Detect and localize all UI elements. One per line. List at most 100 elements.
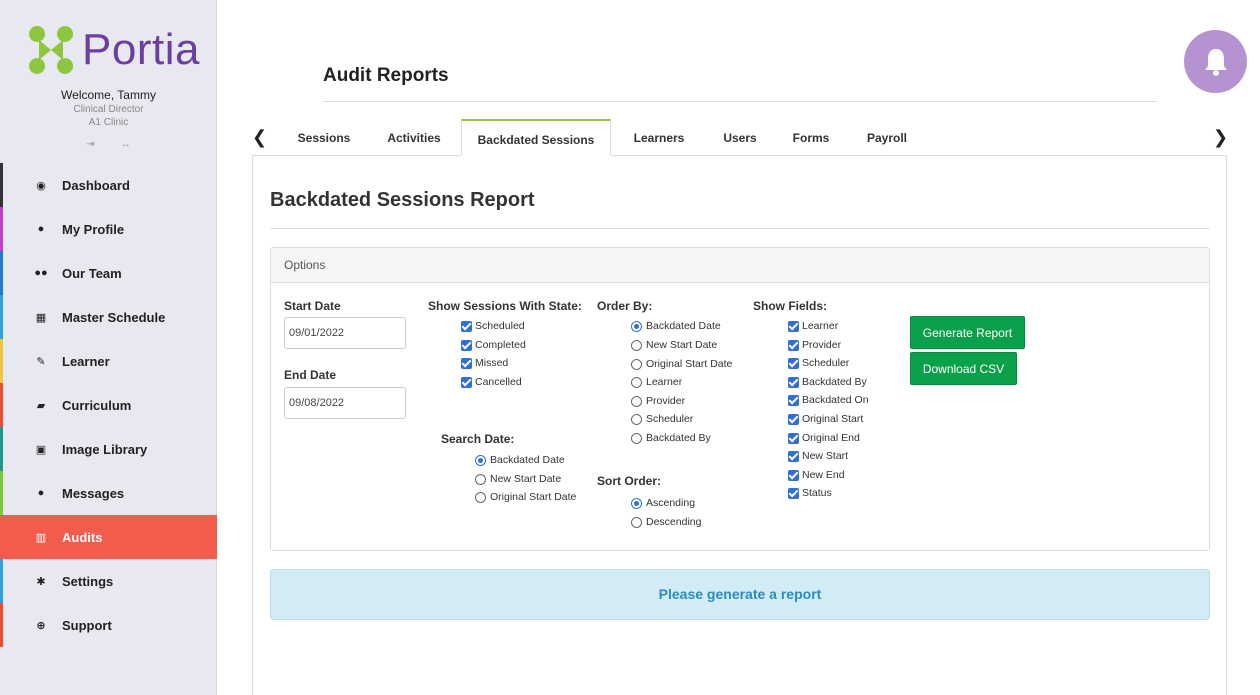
order-radio-scheduler[interactable]: Scheduler (631, 413, 693, 425)
state-label: Show Sessions With State: (428, 299, 582, 313)
field-checkbox-backdated-by[interactable]: Backdated By (788, 376, 867, 388)
bell-icon (1204, 48, 1227, 76)
field-checkbox-original-start[interactable]: Original Start (788, 413, 863, 425)
comment-icon: ● (37, 487, 45, 499)
options-header: Options (271, 248, 1209, 283)
field-checkbox-original-end[interactable]: Original End (788, 432, 860, 444)
order-radio-learner[interactable]: Learner (631, 376, 682, 388)
checkbox-checked-icon (788, 394, 799, 406)
sidebar-nav: ◉ Dashboard ● My Profile ●● Our Team ▦ M… (0, 163, 217, 647)
end-date-input[interactable]: 09/08/2022 (284, 387, 406, 419)
show-fields-label: Show Fields: (753, 299, 828, 313)
tab-learners[interactable]: Learners (624, 119, 694, 156)
dashboard-icon: ◉ (36, 179, 46, 192)
sidebar-item-label: Audits (62, 529, 103, 545)
state-checkbox-missed[interactable]: Missed (461, 357, 508, 369)
sidebar-item-audits[interactable]: ▥ Audits (0, 515, 217, 559)
checkbox-checked-icon (788, 376, 799, 388)
order-radio-provider[interactable]: Provider (631, 395, 685, 407)
option-label: New Start (802, 450, 849, 462)
search-date-radio-original-start[interactable]: Original Start Date (475, 491, 576, 503)
report-title: Backdated Sessions Report (270, 189, 535, 211)
tab-sessions[interactable]: Sessions (288, 119, 360, 156)
sidebar-item-dashboard[interactable]: ◉ Dashboard (0, 163, 217, 207)
search-date-radio-new-start[interactable]: New Start Date (475, 473, 561, 485)
order-radio-backdated-date[interactable]: Backdated Date (631, 320, 721, 332)
option-label: New Start Date (646, 339, 718, 351)
checkbox-checked-icon (788, 469, 799, 481)
option-label: Original Start Date (646, 358, 733, 370)
field-checkbox-scheduler[interactable]: Scheduler (788, 357, 849, 369)
checkbox-checked-icon (788, 432, 799, 444)
radio-icon (631, 516, 642, 528)
field-checkbox-backdated-on[interactable]: Backdated On (788, 394, 869, 406)
sidebar-item-curriculum[interactable]: ▰ Curriculum (0, 383, 217, 427)
checkbox-checked-icon (788, 339, 799, 351)
sidebar-item-our-team[interactable]: ●● Our Team (0, 251, 217, 295)
order-radio-new-start-date[interactable]: New Start Date (631, 339, 717, 351)
state-checkbox-completed[interactable]: Completed (461, 339, 526, 351)
user-icon: ● (37, 223, 45, 235)
tabs-next-arrow-icon[interactable]: ❯ (1213, 127, 1228, 148)
field-checkbox-provider[interactable]: Provider (788, 339, 841, 351)
sidebar-item-label: Curriculum (62, 397, 132, 413)
option-label: Scheduled (475, 320, 525, 332)
sort-radio-descending[interactable]: Descending (631, 516, 701, 528)
collapse-icon[interactable]: ↔ (121, 139, 131, 150)
state-checkbox-cancelled[interactable]: Cancelled (461, 376, 522, 388)
checkbox-checked-icon (788, 320, 799, 332)
option-label: Backdated By (646, 432, 711, 444)
tab-users[interactable]: Users (712, 119, 768, 156)
download-csv-button[interactable]: Download CSV (910, 352, 1017, 385)
sidebar-item-my-profile[interactable]: ● My Profile (0, 207, 217, 251)
radio-icon (631, 358, 642, 370)
start-date-input[interactable]: 09/01/2022 (284, 317, 406, 349)
tabs-prev-arrow-icon[interactable]: ❮ (252, 127, 267, 148)
calendar-icon: ▦ (35, 311, 47, 324)
option-label: Backdated On (802, 394, 869, 406)
sort-radio-ascending[interactable]: Ascending (631, 497, 695, 509)
checkbox-checked-icon (461, 357, 472, 369)
state-checkbox-scheduled[interactable]: Scheduled (461, 320, 525, 332)
checkbox-checked-icon (461, 320, 472, 332)
option-label: Missed (475, 357, 509, 369)
sidebar-item-label: Image Library (62, 441, 148, 457)
radio-selected-icon (631, 497, 642, 509)
order-radio-original-start-date[interactable]: Original Start Date (631, 358, 732, 370)
logo-text: Portia (82, 25, 200, 74)
order-radio-backdated-by[interactable]: Backdated By (631, 432, 711, 444)
field-checkbox-new-end[interactable]: New End (788, 469, 845, 481)
portia-logo[interactable]: Portia (26, 22, 200, 78)
option-label: Learner (802, 320, 839, 332)
report-panel: Backdated Sessions Report Options Start … (252, 156, 1227, 695)
end-date-label: End Date (284, 368, 337, 382)
radio-icon (631, 339, 642, 351)
sidebar-item-learner[interactable]: ✎ Learner (0, 339, 217, 383)
field-checkbox-learner[interactable]: Learner (788, 320, 838, 332)
radio-icon (631, 376, 642, 388)
sidebar-item-messages[interactable]: ● Messages (0, 471, 217, 515)
sidebar-item-support[interactable]: ⊕ Support (0, 603, 217, 647)
field-checkbox-new-start[interactable]: New Start (788, 450, 848, 462)
pencil-icon: ✎ (36, 355, 46, 368)
radio-icon (475, 491, 486, 503)
tab-forms[interactable]: Forms (782, 119, 840, 156)
radio-selected-icon (475, 454, 486, 466)
sidebar-item-image-library[interactable]: ▣ Image Library (0, 427, 217, 471)
field-checkbox-status[interactable]: Status (788, 487, 832, 499)
notifications-button[interactable] (1184, 30, 1247, 93)
sidebar-item-label: Our Team (62, 265, 122, 281)
logout-icon[interactable]: ⇥ (86, 139, 94, 150)
radio-icon (631, 432, 642, 444)
generate-report-alert: Please generate a report (270, 569, 1210, 620)
sidebar-item-settings[interactable]: ✱ Settings (0, 559, 217, 603)
search-date-radio-backdated[interactable]: Backdated Date (475, 454, 565, 466)
tab-backdated-sessions[interactable]: Backdated Sessions (461, 119, 611, 156)
sidebar-item-label: Dashboard (62, 177, 130, 193)
sidebar-item-master-schedule[interactable]: ▦ Master Schedule (0, 295, 217, 339)
option-label: Backdated Date (490, 454, 565, 466)
tab-activities[interactable]: Activities (378, 119, 450, 156)
tab-payroll[interactable]: Payroll (857, 119, 917, 156)
generate-report-button[interactable]: Generate Report (910, 316, 1025, 349)
option-label: Ascending (646, 497, 696, 509)
